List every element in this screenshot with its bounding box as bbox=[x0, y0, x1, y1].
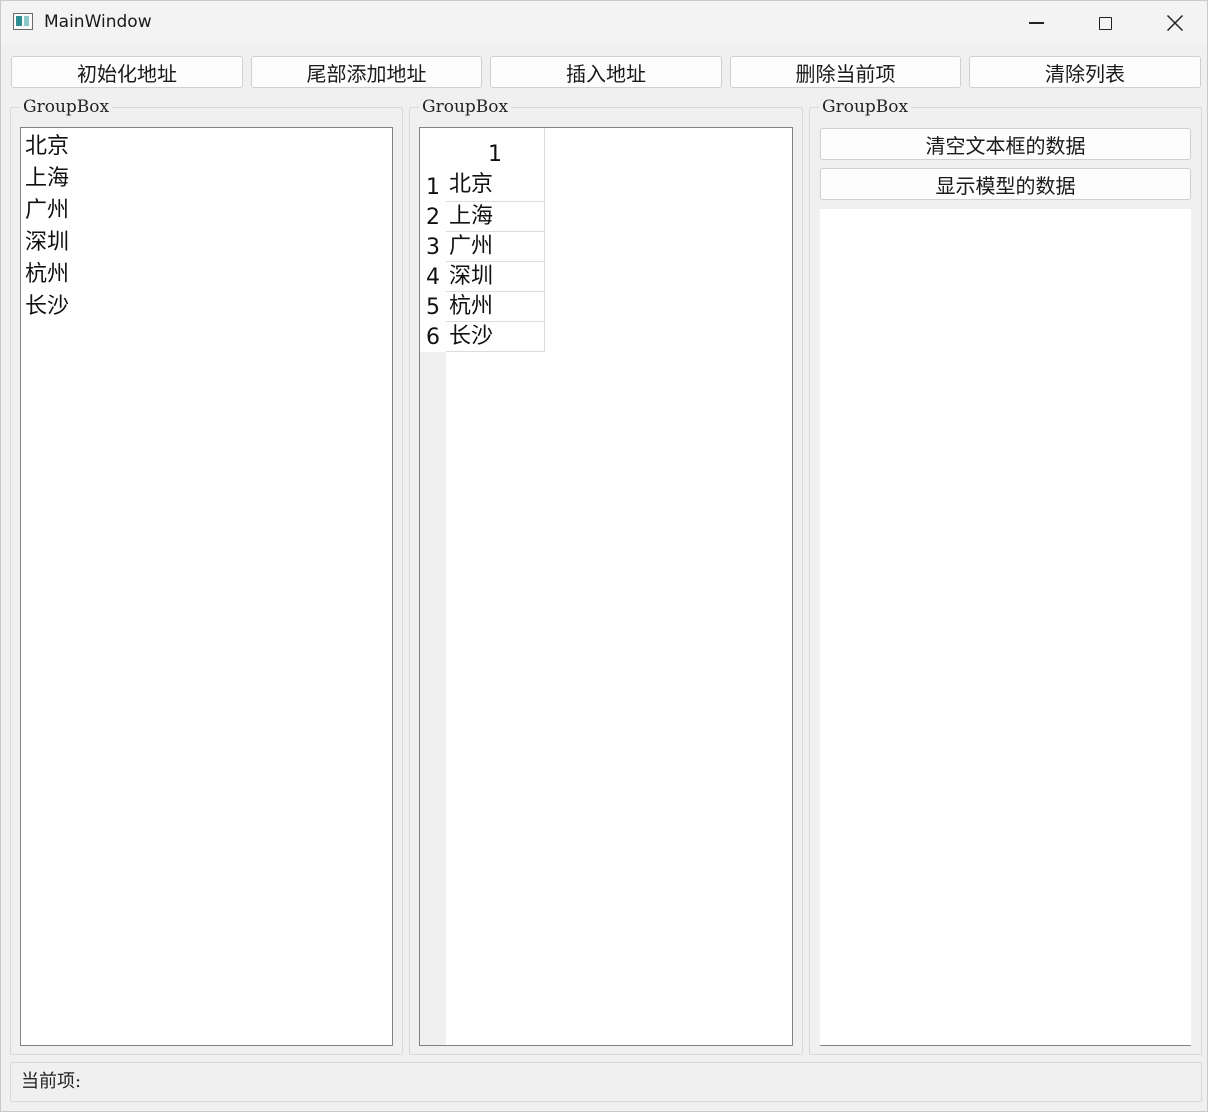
row-header[interactable]: 1 bbox=[420, 172, 446, 202]
window-title: MainWindow bbox=[44, 12, 152, 32]
list-item[interactable]: 北京 bbox=[25, 131, 69, 163]
append-address-button[interactable]: 尾部添加地址 bbox=[251, 56, 482, 88]
row-header[interactable]: 6 bbox=[420, 322, 446, 352]
address-list-view[interactable]: 北京 上海 广州 深圳 杭州 长沙 bbox=[20, 127, 393, 1046]
clear-text-button[interactable]: 清空文本框的数据 bbox=[820, 128, 1191, 160]
row-header[interactable]: 5 bbox=[420, 292, 446, 322]
table-cell[interactable]: 北京 bbox=[446, 170, 545, 202]
list-item[interactable]: 杭州 bbox=[25, 259, 69, 291]
list-item[interactable]: 长沙 bbox=[25, 291, 69, 323]
status-frame bbox=[10, 1062, 1202, 1102]
table-cell[interactable]: 深圳 bbox=[446, 262, 545, 292]
table-cell[interactable]: 上海 bbox=[446, 202, 545, 232]
address-table-view[interactable]: 1 1 2 3 4 5 6 北京 上海 广州 深圳 杭州 长沙 bbox=[419, 127, 793, 1046]
app-window-icon bbox=[13, 13, 33, 30]
close-icon bbox=[1166, 14, 1184, 32]
groupbox-text-title: GroupBox bbox=[819, 95, 912, 119]
maximize-icon bbox=[1098, 16, 1112, 30]
row-header[interactable]: 2 bbox=[420, 202, 446, 232]
current-item-label: 当前项: bbox=[21, 1071, 82, 1092]
delete-current-button[interactable]: 删除当前项 bbox=[730, 56, 961, 88]
row-header[interactable]: 4 bbox=[420, 262, 446, 292]
column-header[interactable]: 1 bbox=[446, 128, 545, 172]
close-button[interactable] bbox=[1141, 1, 1208, 45]
clear-list-button[interactable]: 清除列表 bbox=[969, 56, 1201, 88]
maximize-button[interactable] bbox=[1071, 1, 1139, 45]
groupbox-table-title: GroupBox bbox=[419, 95, 512, 119]
insert-address-button[interactable]: 插入地址 bbox=[490, 56, 722, 88]
table-cell[interactable]: 广州 bbox=[446, 232, 545, 262]
row-header[interactable]: 3 bbox=[420, 232, 446, 262]
minimize-icon bbox=[1028, 22, 1044, 24]
table-corner[interactable] bbox=[420, 128, 446, 172]
main-window: MainWindow 初始化地址 尾部添加地址 插入地址 删除当前项 清除列表 … bbox=[0, 0, 1208, 1112]
list-item[interactable]: 广州 bbox=[25, 195, 69, 227]
table-cell[interactable]: 杭州 bbox=[446, 292, 545, 322]
table-cell[interactable]: 长沙 bbox=[446, 322, 545, 352]
list-item[interactable]: 上海 bbox=[25, 163, 69, 195]
groupbox-list-title: GroupBox bbox=[20, 95, 113, 119]
show-model-data-button[interactable]: 显示模型的数据 bbox=[820, 168, 1191, 200]
model-data-textarea[interactable] bbox=[820, 209, 1191, 1046]
list-item[interactable]: 深圳 bbox=[25, 227, 69, 259]
title-bar[interactable]: MainWindow bbox=[1, 1, 1207, 45]
minimize-button[interactable] bbox=[1002, 1, 1070, 45]
init-address-button[interactable]: 初始化地址 bbox=[11, 56, 243, 88]
